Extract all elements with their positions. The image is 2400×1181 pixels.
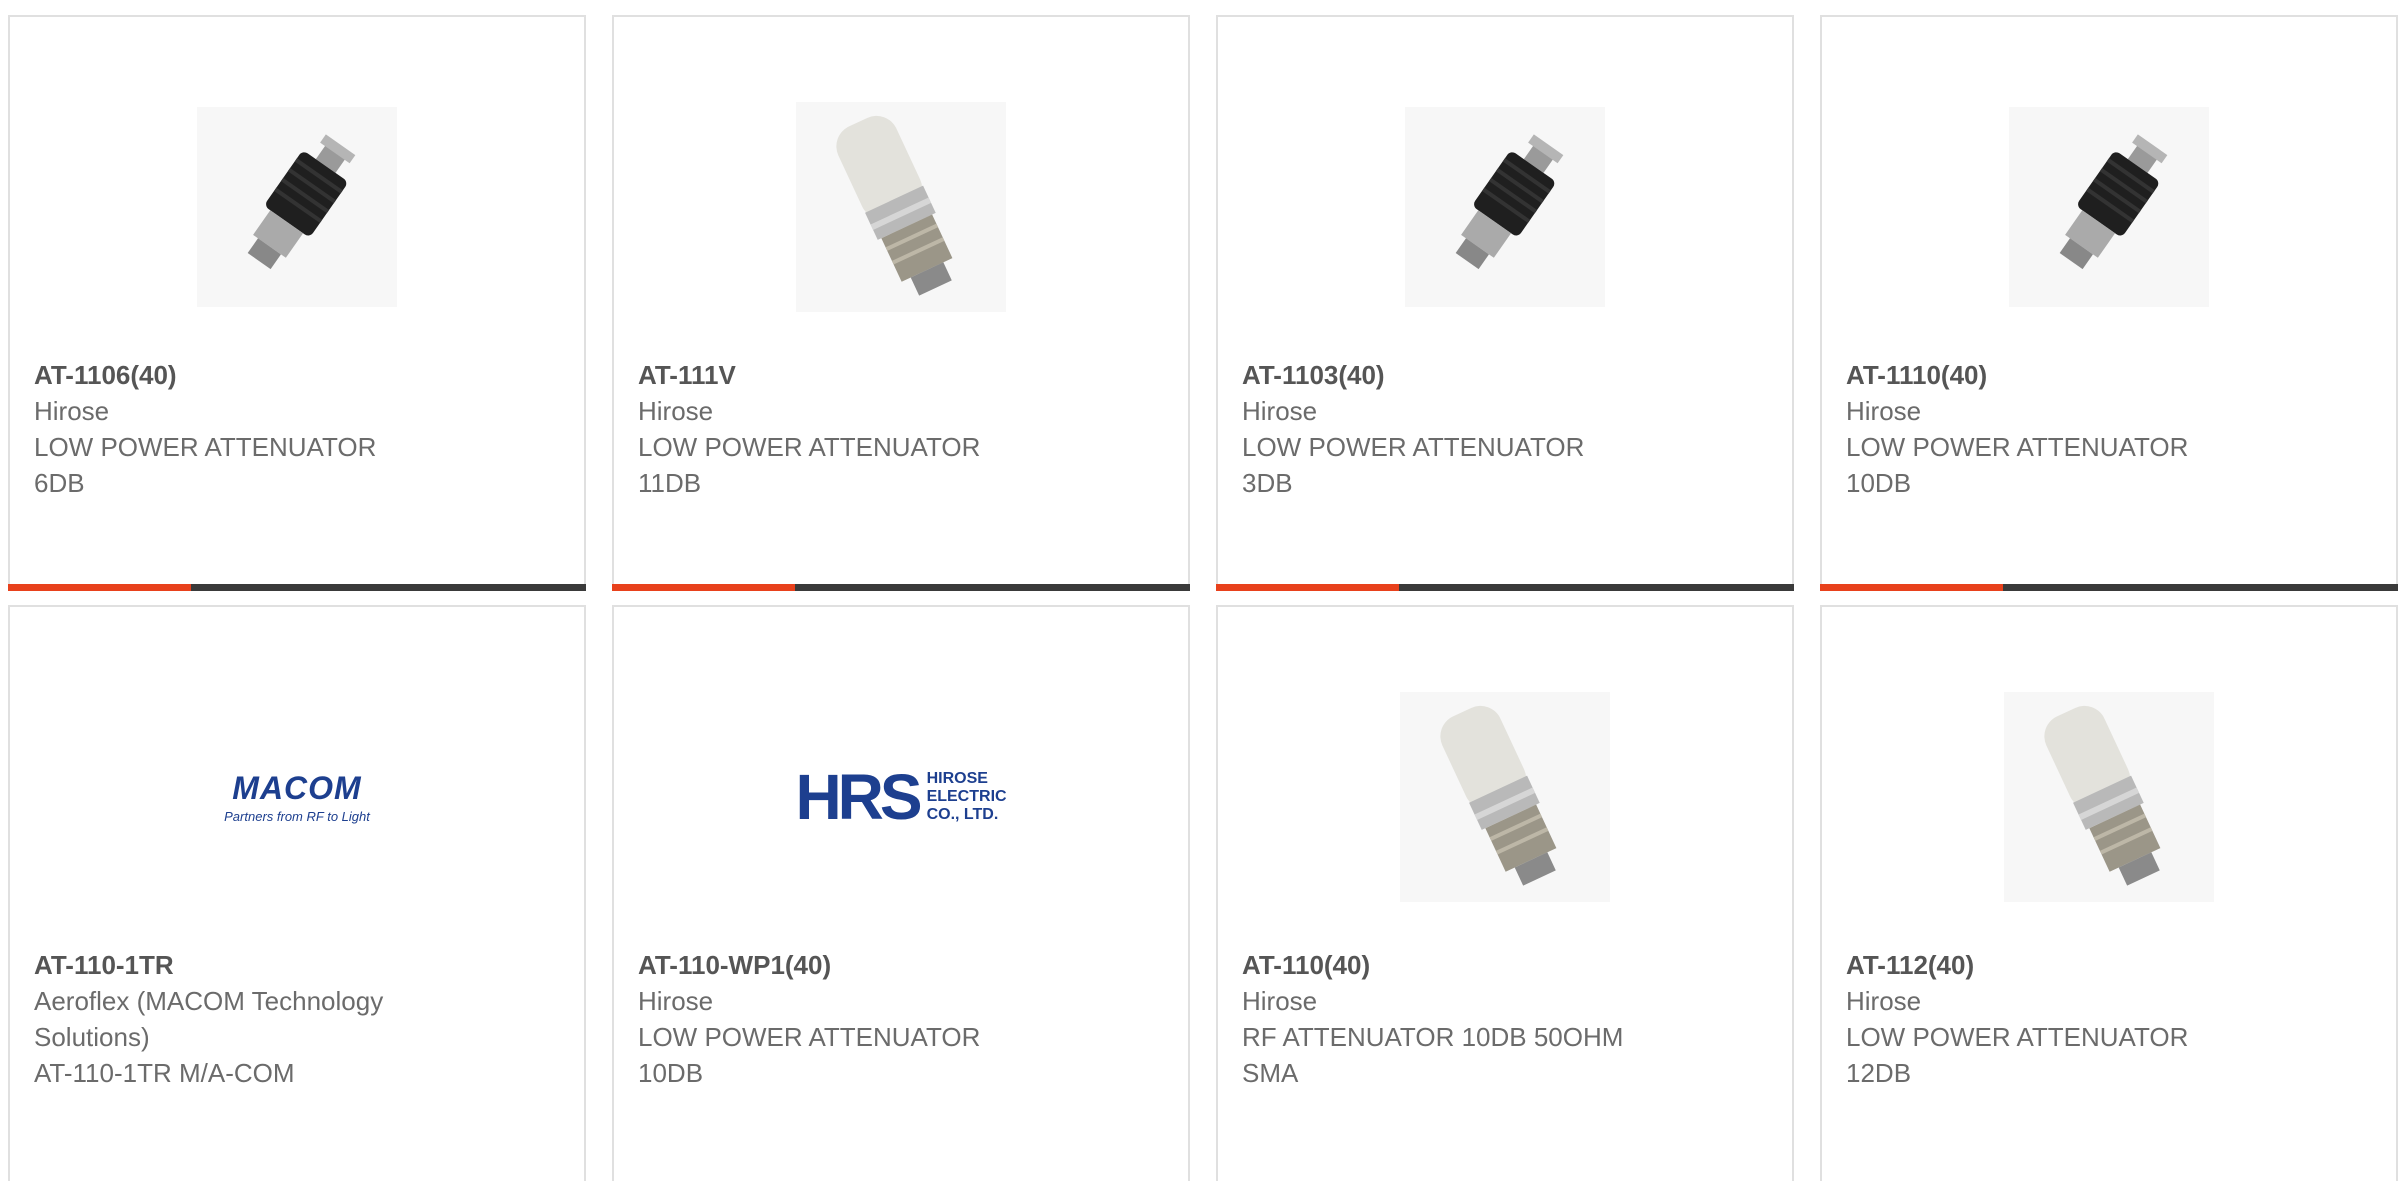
attenuator-silver-photo-icon	[1400, 692, 1610, 902]
manufacturer: Hirose	[1846, 396, 1922, 426]
product-image[interactable]	[1822, 77, 2396, 337]
product-card[interactable]: AT-112(40) Hirose LOW POWER ATTENUATOR 1…	[1820, 605, 2398, 1181]
part-number[interactable]: AT-110-1TR	[34, 947, 560, 983]
product-info: AT-1103(40) Hirose LOW POWER ATTENUATOR …	[1242, 357, 1768, 501]
product-card[interactable]: MACOM Partners from RF to Light AT-110-1…	[8, 605, 586, 1181]
attenuator-black-photo-icon	[2009, 107, 2209, 307]
manufacturer: Hirose	[1242, 986, 1318, 1016]
description: LOW POWER ATTENUATOR	[638, 1022, 981, 1052]
product-card[interactable]: AT-1103(40) Hirose LOW POWER ATTENUATOR …	[1216, 15, 1794, 591]
product-info: AT-110-1TR Aeroflex (MACOM Technology So…	[34, 947, 560, 1091]
product-image[interactable]: MACOM Partners from RF to Light	[10, 667, 584, 927]
part-number[interactable]: AT-1110(40)	[1846, 357, 2372, 393]
attenuator-silver-photo-icon	[2004, 692, 2214, 902]
product-grid: AT-1106(40) Hirose LOW POWER ATTENUATOR …	[8, 15, 2398, 1181]
hrs-logo-line1: HIROSE	[926, 770, 988, 787]
product-info: AT-1106(40) Hirose LOW POWER ATTENUATOR …	[34, 357, 560, 501]
product-image[interactable]	[1218, 667, 1792, 927]
description-detail: 6DB	[34, 468, 85, 498]
manufacturer-continued: Solutions)	[34, 1022, 150, 1052]
description: AT-110-1TR M/A-COM	[34, 1058, 295, 1088]
manufacturer: Hirose	[1846, 986, 1922, 1016]
description-detail: 3DB	[1242, 468, 1293, 498]
product-info: AT-110-WP1(40) Hirose LOW POWER ATTENUAT…	[638, 947, 1164, 1091]
card-progress-bar	[1820, 584, 2398, 591]
description: LOW POWER ATTENUATOR	[638, 432, 981, 462]
description-detail: 10DB	[1846, 468, 1912, 498]
attenuator-black-photo-icon	[1405, 107, 1605, 307]
product-card[interactable]: HRS HIROSE ELECTRIC CO., LTD. AT-110-WP1…	[612, 605, 1190, 1181]
product-image[interactable]	[614, 77, 1188, 337]
hrs-logo-line3: CO., LTD.	[926, 806, 999, 823]
description-detail: 11DB	[638, 468, 702, 498]
part-number[interactable]: AT-1106(40)	[34, 357, 560, 393]
manufacturer: Aeroflex (MACOM Technology	[34, 986, 384, 1016]
manufacturer: Hirose	[34, 396, 110, 426]
hrs-logo-line2: ELECTRIC	[926, 788, 1007, 805]
description-detail: SMA	[1242, 1058, 1299, 1088]
product-card[interactable]: AT-111V Hirose LOW POWER ATTENUATOR 11DB	[612, 15, 1190, 591]
description: RF ATTENUATOR 10DB 50OHM	[1242, 1022, 1624, 1052]
product-card[interactable]: AT-1110(40) Hirose LOW POWER ATTENUATOR …	[1820, 15, 2398, 591]
description: LOW POWER ATTENUATOR	[1846, 432, 2189, 462]
part-number[interactable]: AT-110(40)	[1242, 947, 1768, 983]
attenuator-silver-photo-icon	[796, 102, 1006, 312]
product-image[interactable]: HRS HIROSE ELECTRIC CO., LTD.	[614, 667, 1188, 927]
card-progress-bar	[1216, 584, 1794, 591]
hrs-logo-mark: HRS	[795, 761, 922, 833]
manufacturer: Hirose	[1242, 396, 1318, 426]
product-image[interactable]	[1822, 667, 2396, 927]
product-info: AT-110(40) Hirose RF ATTENUATOR 10DB 50O…	[1242, 947, 1768, 1091]
macom-logo-icon: MACOM Partners from RF to Light	[192, 757, 402, 837]
product-card[interactable]: AT-1106(40) Hirose LOW POWER ATTENUATOR …	[8, 15, 586, 591]
product-card[interactable]: AT-110(40) Hirose RF ATTENUATOR 10DB 50O…	[1216, 605, 1794, 1181]
product-info: AT-112(40) Hirose LOW POWER ATTENUATOR 1…	[1846, 947, 2372, 1091]
attenuator-black-photo-icon	[197, 107, 397, 307]
part-number[interactable]: AT-111V	[638, 357, 1164, 393]
part-number[interactable]: AT-1103(40)	[1242, 357, 1768, 393]
macom-logo-tagline: Partners from RF to Light	[224, 809, 370, 824]
product-info: AT-111V Hirose LOW POWER ATTENUATOR 11DB	[638, 357, 1164, 501]
description: LOW POWER ATTENUATOR	[1846, 1022, 2189, 1052]
card-progress-bar	[612, 584, 1190, 591]
hrs-logo-icon: HRS HIROSE ELECTRIC CO., LTD.	[795, 760, 1006, 834]
product-info: AT-1110(40) Hirose LOW POWER ATTENUATOR …	[1846, 357, 2372, 501]
part-number[interactable]: AT-112(40)	[1846, 947, 2372, 983]
description-detail: 10DB	[638, 1058, 704, 1088]
manufacturer: Hirose	[638, 986, 714, 1016]
product-image[interactable]	[10, 77, 584, 337]
description-detail: 12DB	[1846, 1058, 1912, 1088]
product-image[interactable]	[1218, 77, 1792, 337]
description: LOW POWER ATTENUATOR	[34, 432, 377, 462]
description: LOW POWER ATTENUATOR	[1242, 432, 1585, 462]
manufacturer: Hirose	[638, 396, 714, 426]
part-number[interactable]: AT-110-WP1(40)	[638, 947, 1164, 983]
macom-logo-name: MACOM	[232, 770, 362, 806]
card-progress-bar	[8, 584, 586, 591]
